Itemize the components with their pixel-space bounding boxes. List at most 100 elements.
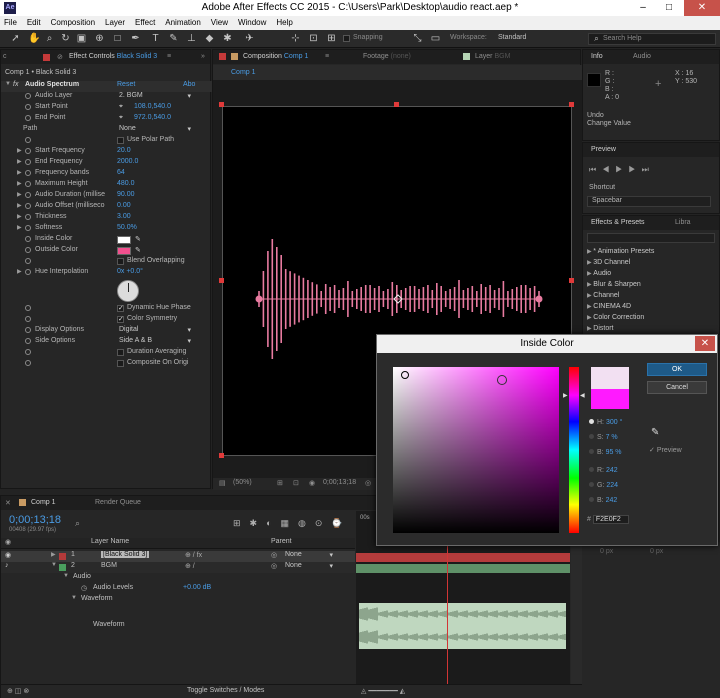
panel-overflow-icon[interactable]: » bbox=[201, 53, 205, 60]
audio-levels-stopwatch-icon[interactable]: ◷ bbox=[81, 584, 87, 592]
preview-checkbox[interactable]: ✓ Preview bbox=[649, 446, 682, 454]
parent-pickwhip-icon[interactable]: ◎ bbox=[271, 551, 277, 559]
layer-label-color[interactable] bbox=[59, 553, 66, 560]
info-tab[interactable]: Info bbox=[591, 53, 603, 60]
property-dropdown[interactable]: None bbox=[119, 125, 193, 135]
audio-tab[interactable]: Audio bbox=[633, 53, 651, 60]
effects-category[interactable]: ▶ Channel bbox=[587, 292, 619, 299]
expand-triangle-icon[interactable]: ▶ bbox=[17, 180, 22, 187]
menu-layer[interactable]: Layer bbox=[101, 16, 129, 27]
audio-levels-row[interactable]: ◷ Audio Levels +0.00 dB bbox=[1, 584, 355, 595]
stopwatch-icon[interactable] bbox=[25, 137, 31, 143]
crosshair-point-icon[interactable]: ⌖ bbox=[119, 103, 123, 111]
visibility-eye-icon[interactable]: ◉ bbox=[5, 551, 11, 559]
menu-effect[interactable]: Effect bbox=[131, 16, 159, 27]
clone-stamp-tool-icon[interactable]: ⊥ bbox=[186, 33, 197, 44]
property-value[interactable]: 0.00 bbox=[117, 202, 131, 209]
handle-mid-left[interactable] bbox=[219, 278, 224, 283]
parent-dropdown[interactable]: None bbox=[285, 562, 335, 572]
comp-panel-menu-icon[interactable]: ≡ bbox=[325, 53, 329, 60]
fx-icon[interactable]: fx bbox=[13, 81, 18, 88]
layer-label-color[interactable] bbox=[59, 564, 66, 571]
solid-layer-bar[interactable] bbox=[356, 553, 570, 562]
property-row[interactable]: Composite On Origi bbox=[1, 359, 212, 370]
property-value[interactable]: 2000.0 bbox=[117, 158, 138, 165]
property-checkbox[interactable] bbox=[117, 137, 124, 144]
property-row[interactable]: Use Polar Path bbox=[1, 136, 212, 147]
workspace-dropdown[interactable]: Standard bbox=[498, 34, 526, 41]
effect-controls-tab[interactable]: Effect Controls Black Solid 3 bbox=[69, 53, 157, 60]
brush-tool-icon[interactable]: ✎ bbox=[168, 33, 179, 44]
menu-composition[interactable]: Composition bbox=[47, 16, 99, 27]
effects-category[interactable]: ▶ CINEMA 4D bbox=[587, 303, 631, 310]
property-value[interactable]: 20.0 bbox=[117, 147, 131, 154]
timeline-switches-icons[interactable]: ⊞✱◐▦◍⊙⌚ bbox=[233, 518, 352, 529]
property-row[interactable]: Inside Color ✎ bbox=[1, 235, 212, 246]
snapshot-icon[interactable]: ◎ bbox=[365, 479, 371, 487]
search-help-input[interactable]: Search Help bbox=[588, 33, 716, 45]
stopwatch-icon[interactable] bbox=[25, 225, 31, 231]
property-row[interactable]: ▶ Audio Offset (milliseco 0.00 bbox=[1, 202, 212, 213]
stopwatch-icon[interactable] bbox=[25, 338, 31, 344]
layer-row[interactable]: ♪ ▼ 2 BGM ⊕ / ◎ None bbox=[1, 562, 355, 573]
menu-animation[interactable]: Animation bbox=[161, 16, 205, 27]
timeline-footer-icons[interactable]: ⊕ ◫ ⊗ bbox=[7, 687, 29, 698]
expand-triangle-icon[interactable]: ▶ bbox=[17, 147, 22, 154]
property-row[interactable]: ▶ Softness 50.0% bbox=[1, 224, 212, 235]
visibility-eye-icon[interactable]: ♪ bbox=[5, 562, 9, 569]
waveform-group-row[interactable]: ▼ Waveform bbox=[1, 595, 355, 606]
eraser-tool-icon[interactable]: ◆ bbox=[204, 33, 215, 44]
red-field[interactable]: R: 242 bbox=[589, 467, 618, 474]
dialog-close-button[interactable]: ✕ bbox=[695, 336, 715, 351]
pan-behind-tool-icon[interactable]: ⊕ bbox=[94, 33, 105, 44]
handle-top-right[interactable] bbox=[569, 102, 574, 107]
handle-mid-right[interactable] bbox=[569, 278, 574, 283]
saturation-field[interactable]: S: 7 % bbox=[589, 434, 618, 441]
eyedropper-icon[interactable]: ✎ bbox=[135, 235, 141, 243]
local-axis-icon[interactable]: ⊹ bbox=[290, 33, 301, 44]
property-row[interactable]: Path None bbox=[1, 125, 212, 136]
property-row[interactable]: End Point ⌖ 972.0,540.0 bbox=[1, 114, 212, 125]
property-row[interactable]: ✓ Color Symmetry bbox=[1, 315, 212, 326]
stopwatch-icon[interactable] bbox=[25, 258, 31, 264]
world-axis-icon[interactable]: ⊡ bbox=[308, 33, 319, 44]
mask-tool-icon[interactable]: □ bbox=[112, 33, 123, 44]
property-checkbox[interactable] bbox=[117, 258, 124, 265]
layer-expand-icon[interactable]: ▶ bbox=[51, 551, 56, 558]
roto-brush-tool-icon[interactable]: ✱ bbox=[222, 33, 233, 44]
menu-edit[interactable]: Edit bbox=[23, 16, 45, 27]
stopwatch-icon[interactable] bbox=[25, 269, 31, 275]
timeline-timecode[interactable]: 0;00;13;18 bbox=[9, 514, 61, 526]
expand-icon[interactable]: ⤡ bbox=[412, 33, 423, 44]
layer-tab[interactable]: Layer BGM bbox=[475, 53, 510, 60]
stopwatch-icon[interactable] bbox=[25, 360, 31, 366]
stopwatch-icon[interactable] bbox=[25, 115, 31, 121]
stopwatch-icon[interactable] bbox=[25, 327, 31, 333]
expand-triangle-icon[interactable]: ▶ bbox=[17, 202, 22, 209]
expand-triangle-icon[interactable]: ▶ bbox=[17, 268, 22, 275]
property-row[interactable]: ▶ Thickness 3.00 bbox=[1, 213, 212, 224]
property-dropdown[interactable]: 2. BGM bbox=[119, 92, 193, 102]
handle-bottom-left[interactable] bbox=[219, 453, 224, 458]
minimize-button[interactable]: – bbox=[630, 0, 656, 16]
selection-tool-icon[interactable]: ➚ bbox=[10, 33, 21, 44]
property-row[interactable]: ✓ Dynamic Hue Phase bbox=[1, 304, 212, 315]
eyedropper-icon[interactable]: ✎ bbox=[135, 246, 141, 254]
property-checkbox[interactable]: ✓ bbox=[117, 316, 124, 323]
layer-switches[interactable]: ⊕ / bbox=[185, 562, 195, 570]
property-value[interactable]: 0x +0.0° bbox=[117, 268, 143, 275]
comp-lock-icon[interactable] bbox=[219, 53, 226, 60]
property-row[interactable]: Start Point ⌖ 108.0,540.0 bbox=[1, 103, 212, 114]
audio-expand-icon[interactable]: ▼ bbox=[63, 573, 69, 579]
hue-slider-left-arrow-icon[interactable]: ▶ bbox=[563, 392, 568, 399]
property-value[interactable]: 90.00 bbox=[117, 191, 135, 198]
handle-top-left[interactable] bbox=[219, 102, 224, 107]
property-row[interactable]: Duration Averaging bbox=[1, 348, 212, 359]
property-value[interactable]: 108.0,540.0 bbox=[134, 103, 171, 110]
property-row[interactable]: ▶ Audio Duration (millise 90.00 bbox=[1, 191, 212, 202]
property-value[interactable]: 480.0 bbox=[117, 180, 135, 187]
stopwatch-icon[interactable] bbox=[25, 236, 31, 242]
property-value[interactable]: 972.0,540.0 bbox=[134, 114, 171, 121]
stopwatch-icon[interactable] bbox=[25, 104, 31, 110]
property-value[interactable]: 50.0% bbox=[117, 224, 137, 231]
